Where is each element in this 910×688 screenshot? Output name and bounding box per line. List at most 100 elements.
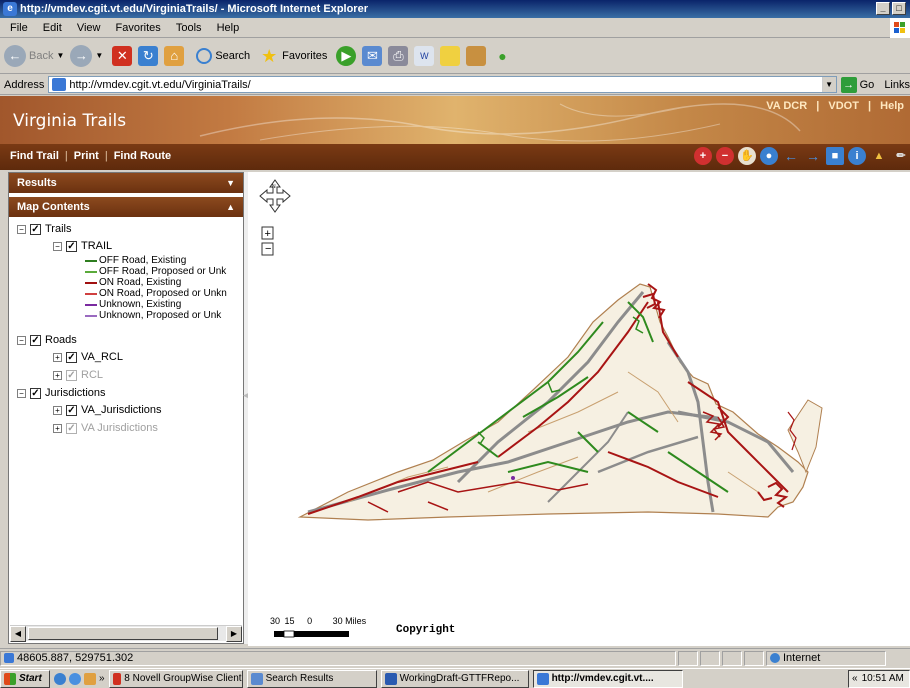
chevron-down-icon[interactable]: ▼ bbox=[821, 77, 836, 92]
link-help[interactable]: Help bbox=[880, 100, 904, 112]
home-icon[interactable]: ⌂ bbox=[164, 45, 185, 66]
va-jurisdictions-dim-checkbox[interactable]: ✓ bbox=[66, 422, 77, 434]
print-link[interactable]: Print bbox=[74, 150, 99, 162]
find-trail-link[interactable]: Find Trail bbox=[10, 150, 59, 162]
edit-icon[interactable]: W bbox=[414, 45, 435, 66]
go-button[interactable]: → Go bbox=[840, 76, 874, 93]
map-toolbar: + − ✋ ● ← → ■ i ▲ ✏ bbox=[690, 147, 910, 165]
menu-view[interactable]: View bbox=[77, 22, 101, 34]
collapse-icon[interactable]: − bbox=[53, 241, 62, 251]
refresh-icon[interactable]: ↻ bbox=[138, 45, 159, 66]
taskbar-item-ie[interactable]: http://vmdev.cgit.vt.... bbox=[532, 669, 683, 688]
map-contents-panel-header[interactable]: Map Contents ▲ bbox=[9, 197, 243, 217]
scroll-left-icon[interactable]: ◀ bbox=[10, 626, 26, 642]
quick-launch-icon[interactable] bbox=[54, 672, 66, 685]
menu-file[interactable]: File bbox=[10, 22, 28, 34]
scroll-thumb[interactable] bbox=[28, 627, 218, 640]
va-jurisdictions-checkbox[interactable]: ✓ bbox=[66, 404, 77, 416]
minimize-button[interactable]: _ bbox=[876, 2, 890, 15]
roads-checkbox[interactable]: ✓ bbox=[30, 334, 41, 346]
map-view[interactable]: N + − 30 15 0 30 Miles Copyright bbox=[248, 172, 910, 646]
rcl-checkbox[interactable]: ✓ bbox=[66, 369, 77, 381]
tree-node-rcl[interactable]: + ✓ RCL bbox=[53, 369, 103, 381]
link-vdot[interactable]: VDOT bbox=[828, 100, 859, 112]
tool-icon[interactable]: ✏ bbox=[892, 147, 910, 165]
folder-icon[interactable] bbox=[440, 45, 461, 66]
trail-checkbox[interactable]: ✓ bbox=[66, 240, 77, 252]
tree-node-trail[interactable]: − ✓ TRAIL bbox=[53, 240, 112, 252]
window-title-bar: e http://vmdev.cgit.vt.edu/VirginiaTrail… bbox=[0, 0, 910, 18]
start-button[interactable]: Start bbox=[0, 669, 50, 688]
tree-node-roads[interactable]: − ✓ Roads bbox=[17, 334, 77, 346]
forward-extent-icon[interactable]: → bbox=[804, 147, 822, 165]
zoom-slider[interactable]: + − bbox=[261, 226, 274, 256]
back-button[interactable]: ← Back ▼ bbox=[4, 44, 64, 67]
legend-item: OFF Road, Existing bbox=[85, 255, 186, 266]
menu-edit[interactable]: Edit bbox=[43, 22, 62, 34]
tree-node-va-rcl[interactable]: + ✓ VA_RCL bbox=[53, 351, 123, 363]
menu-bar: File Edit View Favorites Tools Help bbox=[0, 18, 910, 38]
collapse-icon[interactable]: − bbox=[17, 224, 26, 234]
media-icon[interactable]: ▶ bbox=[336, 45, 357, 66]
pan-hand-icon[interactable]: ✋ bbox=[738, 147, 756, 165]
status-cell bbox=[678, 650, 698, 666]
va-rcl-checkbox[interactable]: ✓ bbox=[66, 351, 77, 363]
search-button[interactable]: Search bbox=[193, 47, 250, 64]
address-input[interactable]: http://vmdev.cgit.vt.edu/VirginiaTrails/… bbox=[48, 76, 837, 93]
results-panel-header[interactable]: Results ▼ bbox=[9, 173, 243, 193]
collapse-icon[interactable]: − bbox=[17, 388, 26, 398]
pan-control-icon[interactable]: N bbox=[259, 179, 291, 213]
browser-toolbar: ← Back ▼ → ▼ ✕ ↻ ⌂ Search ★ Favorites ▶ … bbox=[0, 38, 910, 74]
history-icon[interactable]: ✉ bbox=[362, 45, 383, 66]
expand-icon[interactable]: + bbox=[53, 370, 62, 380]
research-icon[interactable] bbox=[466, 45, 487, 66]
windows-logo-icon bbox=[4, 672, 16, 685]
zone-cell: Internet bbox=[766, 650, 886, 666]
tree-node-va-jurisdictions-dim[interactable]: + ✓ VA Jurisdictions bbox=[53, 422, 158, 434]
jurisdictions-checkbox[interactable]: ✓ bbox=[30, 387, 41, 399]
chevron-left-icon[interactable]: « bbox=[852, 671, 858, 687]
full-extent-icon[interactable]: ● bbox=[760, 147, 778, 165]
quick-launch-icon[interactable] bbox=[84, 672, 96, 685]
maximize-button[interactable]: □ bbox=[892, 2, 906, 15]
forward-button[interactable]: → ▼ bbox=[70, 44, 103, 67]
address-label: Address bbox=[4, 78, 45, 91]
zoom-in-icon[interactable]: + bbox=[694, 147, 712, 165]
info-icon[interactable]: i bbox=[848, 147, 866, 165]
expand-icon[interactable]: + bbox=[53, 423, 62, 433]
taskbar-item-word[interactable]: WorkingDraft-GTTFRepo... bbox=[380, 669, 529, 688]
address-bar: Address http://vmdev.cgit.vt.edu/Virgini… bbox=[0, 75, 910, 95]
find-route-link[interactable]: Find Route bbox=[114, 150, 171, 162]
select-icon[interactable]: ■ bbox=[826, 147, 844, 165]
taskbar: Start » 8 Novell GroupWise Client Search… bbox=[0, 668, 910, 688]
legend-swatch bbox=[85, 303, 97, 306]
taskbar-item-groupwise[interactable]: 8 Novell GroupWise Client bbox=[108, 669, 243, 688]
menu-favorites[interactable]: Favorites bbox=[116, 22, 161, 34]
links-button[interactable]: Links bbox=[884, 79, 910, 91]
messenger-icon[interactable]: ● bbox=[492, 46, 512, 66]
collapse-icon[interactable]: − bbox=[17, 335, 26, 345]
chevron-right-icon[interactable]: » bbox=[99, 673, 105, 684]
back-extent-icon[interactable]: ← bbox=[782, 147, 800, 165]
link-va-dcr[interactable]: VA DCR bbox=[766, 100, 807, 112]
sidebar-horizontal-scrollbar[interactable]: ◀ ▶ bbox=[10, 625, 242, 642]
measure-icon[interactable]: ▲ bbox=[870, 147, 888, 165]
scroll-right-icon[interactable]: ▶ bbox=[226, 626, 242, 642]
trails-checkbox[interactable]: ✓ bbox=[30, 223, 41, 235]
legend-item: ON Road, Proposed or Unkn bbox=[85, 288, 227, 299]
expand-icon[interactable]: + bbox=[53, 352, 62, 362]
tree-node-trails[interactable]: − ✓ Trails bbox=[17, 223, 71, 235]
taskbar-item-search-results[interactable]: Search Results bbox=[246, 669, 377, 688]
menu-tools[interactable]: Tools bbox=[176, 22, 202, 34]
expand-icon[interactable]: + bbox=[53, 405, 62, 415]
stop-icon[interactable]: ✕ bbox=[112, 45, 133, 66]
zoom-out-icon[interactable]: − bbox=[716, 147, 734, 165]
ie-quick-launch-icon[interactable] bbox=[69, 672, 81, 685]
copyright-label[interactable]: Copyright bbox=[396, 624, 455, 636]
legend-swatch bbox=[85, 292, 97, 295]
print-icon[interactable]: ⎙ bbox=[388, 45, 409, 66]
tree-node-va-jurisdictions[interactable]: + ✓ VA_Jurisdictions bbox=[53, 404, 162, 416]
menu-help[interactable]: Help bbox=[217, 22, 240, 34]
tree-node-jurisdictions[interactable]: − ✓ Jurisdictions bbox=[17, 387, 106, 399]
favorites-button[interactable]: ★ Favorites bbox=[256, 46, 327, 66]
